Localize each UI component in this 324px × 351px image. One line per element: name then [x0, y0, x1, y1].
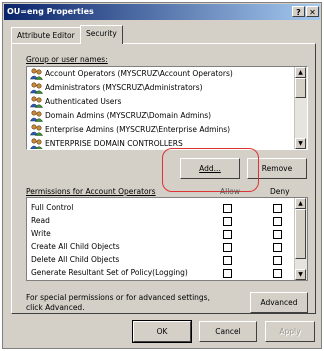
permissions-scrollbar[interactable]: ▲ ▼: [294, 198, 307, 280]
allow-checkbox[interactable]: [223, 204, 232, 213]
cancel-button[interactable]: Cancel: [199, 321, 257, 342]
group-list-item-label: ENTERPRISE DOMAIN CONTROLLERS: [45, 139, 183, 148]
allow-checkbox[interactable]: [223, 269, 232, 278]
scrollbar[interactable]: ▲ ▼: [294, 67, 307, 149]
title-bar[interactable]: OU=eng Properties ? ✕: [4, 4, 320, 20]
tab-label: Security: [86, 29, 117, 38]
group-list-item[interactable]: Enterprise Admins (MYSCRUZ\Enterprise Ad…: [27, 123, 307, 137]
group-list-item-label: Enterprise Admins (MYSCRUZ\Enterprise Ad…: [45, 125, 231, 134]
help-button[interactable]: ?: [292, 6, 305, 17]
scroll-thumb[interactable]: [295, 78, 306, 98]
allow-checkbox[interactable]: [223, 230, 232, 239]
scroll-thumb[interactable]: [295, 209, 306, 259]
permission-label: Full Control: [31, 203, 74, 212]
tab-security[interactable]: Security: [80, 25, 123, 44]
permission-label: Generate Resultant Set of Policy(Logging…: [31, 268, 188, 277]
scroll-up-arrow-icon[interactable]: ▲: [295, 67, 306, 78]
window-title: OU=eng Properties: [7, 7, 94, 16]
allow-checkbox[interactable]: [223, 243, 232, 252]
user-group-icon: [29, 96, 44, 108]
deny-checkbox[interactable]: [273, 256, 282, 265]
group-user-listbox[interactable]: Account Operators (MYSCRUZ\Account Opera…: [26, 66, 308, 150]
group-list-item-label: Authenticated Users: [45, 97, 122, 106]
group-list-item[interactable]: Domain Admins (MYSCRUZ\Domain Admins): [27, 109, 307, 123]
permissions-list: Full Control Read Write Create All Child Ob…: [26, 197, 308, 281]
scroll-down-arrow-icon[interactable]: ▼: [295, 138, 306, 149]
user-group-icon: [29, 82, 44, 94]
ok-button[interactable]: OK: [132, 320, 192, 343]
group-list-item-label: Account Operators (MYSCRUZ\Account Opera…: [45, 69, 233, 78]
ok-button-label: OK: [156, 327, 168, 336]
deny-checkbox[interactable]: [273, 217, 282, 226]
properties-dialog: OU=eng Properties ? ✕ Attribute Editor S…: [2, 2, 322, 349]
permission-label: Delete All Child Objects: [31, 255, 120, 264]
close-button[interactable]: ✕: [306, 6, 319, 17]
help-icon: ?: [296, 8, 301, 17]
user-group-icon: [29, 124, 44, 136]
tab-attribute-editor[interactable]: Attribute Editor: [11, 27, 81, 43]
allow-header: Allow: [220, 187, 241, 196]
user-group-icon: [30, 138, 43, 149]
allow-checkbox[interactable]: [223, 256, 232, 265]
user-group-icon: [29, 68, 44, 80]
permissions-label: Permissions for Account Operators: [26, 187, 156, 196]
cancel-button-label: Cancel: [215, 327, 241, 336]
apply-button-label: Apply: [279, 327, 301, 336]
group-list-label: Group or user names:: [26, 55, 108, 64]
user-group-icon: [29, 110, 44, 122]
close-icon: ✕: [309, 8, 316, 17]
advanced-note-line2: click Advanced.: [26, 303, 85, 312]
permission-label: Create All Child Objects: [31, 242, 120, 251]
remove-button-label: Remove: [261, 164, 293, 173]
advanced-button[interactable]: Advanced: [250, 292, 308, 313]
deny-checkbox[interactable]: [273, 230, 282, 239]
allow-checkbox[interactable]: [223, 217, 232, 226]
deny-header: Deny: [270, 187, 290, 196]
scroll-up-arrow-icon[interactable]: ▲: [295, 198, 306, 209]
highlight-annotation: [162, 148, 259, 192]
deny-checkbox[interactable]: [273, 243, 282, 252]
permission-label: Read: [31, 216, 50, 225]
scroll-down-arrow-icon[interactable]: ▼: [295, 269, 306, 280]
group-list-item-label: Domain Admins (MYSCRUZ\Domain Admins): [45, 111, 212, 120]
security-tab-panel: Group or user names: Account Operators (…: [11, 43, 316, 314]
group-list-item[interactable]: Authenticated Users: [27, 95, 307, 109]
group-list-item-label: Administrators (MYSCRUZ\Administrators): [45, 83, 203, 92]
advanced-button-label: Advanced: [260, 298, 298, 307]
group-list-item[interactable]: Administrators (MYSCRUZ\Administrators): [27, 81, 307, 95]
apply-button[interactable]: Apply: [265, 321, 315, 342]
permission-label: Write: [31, 229, 51, 238]
tab-label: Attribute Editor: [17, 31, 75, 40]
deny-checkbox[interactable]: [273, 269, 282, 278]
group-list-item[interactable]: Account Operators (MYSCRUZ\Account Opera…: [27, 67, 307, 81]
deny-checkbox[interactable]: [273, 204, 282, 213]
advanced-note-line1: For special permissions or for advanced …: [26, 293, 210, 302]
